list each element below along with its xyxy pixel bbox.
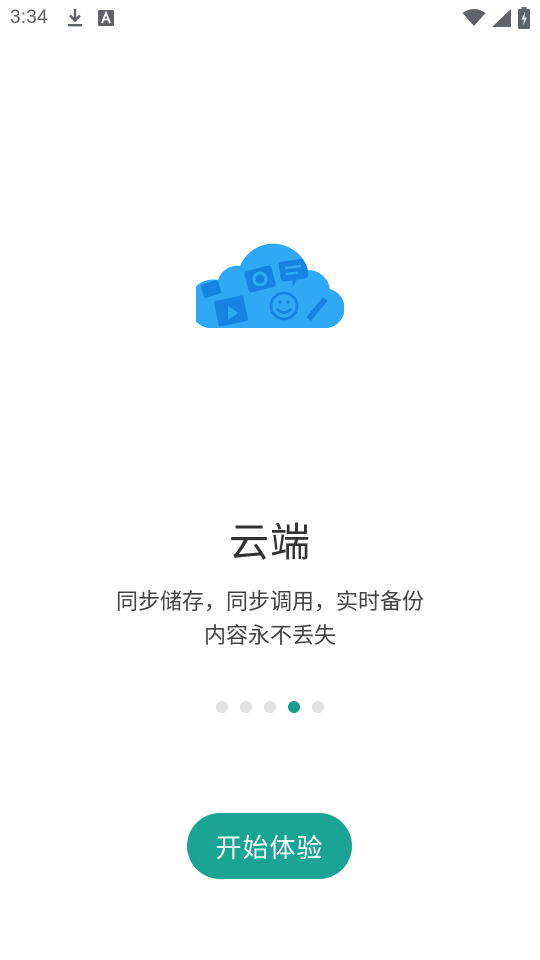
- download-icon: [66, 8, 84, 28]
- page-dot[interactable]: [216, 701, 228, 713]
- onboarding-screen: 3:34 云端 同步储存，同步调用，实时备份 内容永不丢失 开始体验: [0, 0, 540, 960]
- battery-charging-icon: [518, 7, 530, 29]
- cloud-icon: [188, 238, 345, 334]
- description-line-2: 内容永不丢失: [203, 624, 336, 649]
- page-description: 同步储存，同步调用，实时备份 内容永不丢失: [0, 586, 540, 654]
- page-dot[interactable]: [240, 701, 252, 713]
- status-bar: 3:34: [0, 0, 540, 36]
- page-dot-active[interactable]: [288, 701, 300, 713]
- cellular-signal-icon: [492, 9, 512, 27]
- wifi-icon: [462, 9, 486, 27]
- page-dot[interactable]: [264, 701, 276, 713]
- page-title: 云端: [229, 520, 311, 566]
- start-experience-button[interactable]: 开始体验: [187, 813, 352, 879]
- status-time: 3:34: [10, 7, 48, 28]
- a-badge-icon: [97, 10, 114, 26]
- description-line-1: 同步储存，同步调用，实时备份: [115, 590, 424, 615]
- page-dot[interactable]: [312, 701, 324, 713]
- page-indicator: [0, 701, 540, 713]
